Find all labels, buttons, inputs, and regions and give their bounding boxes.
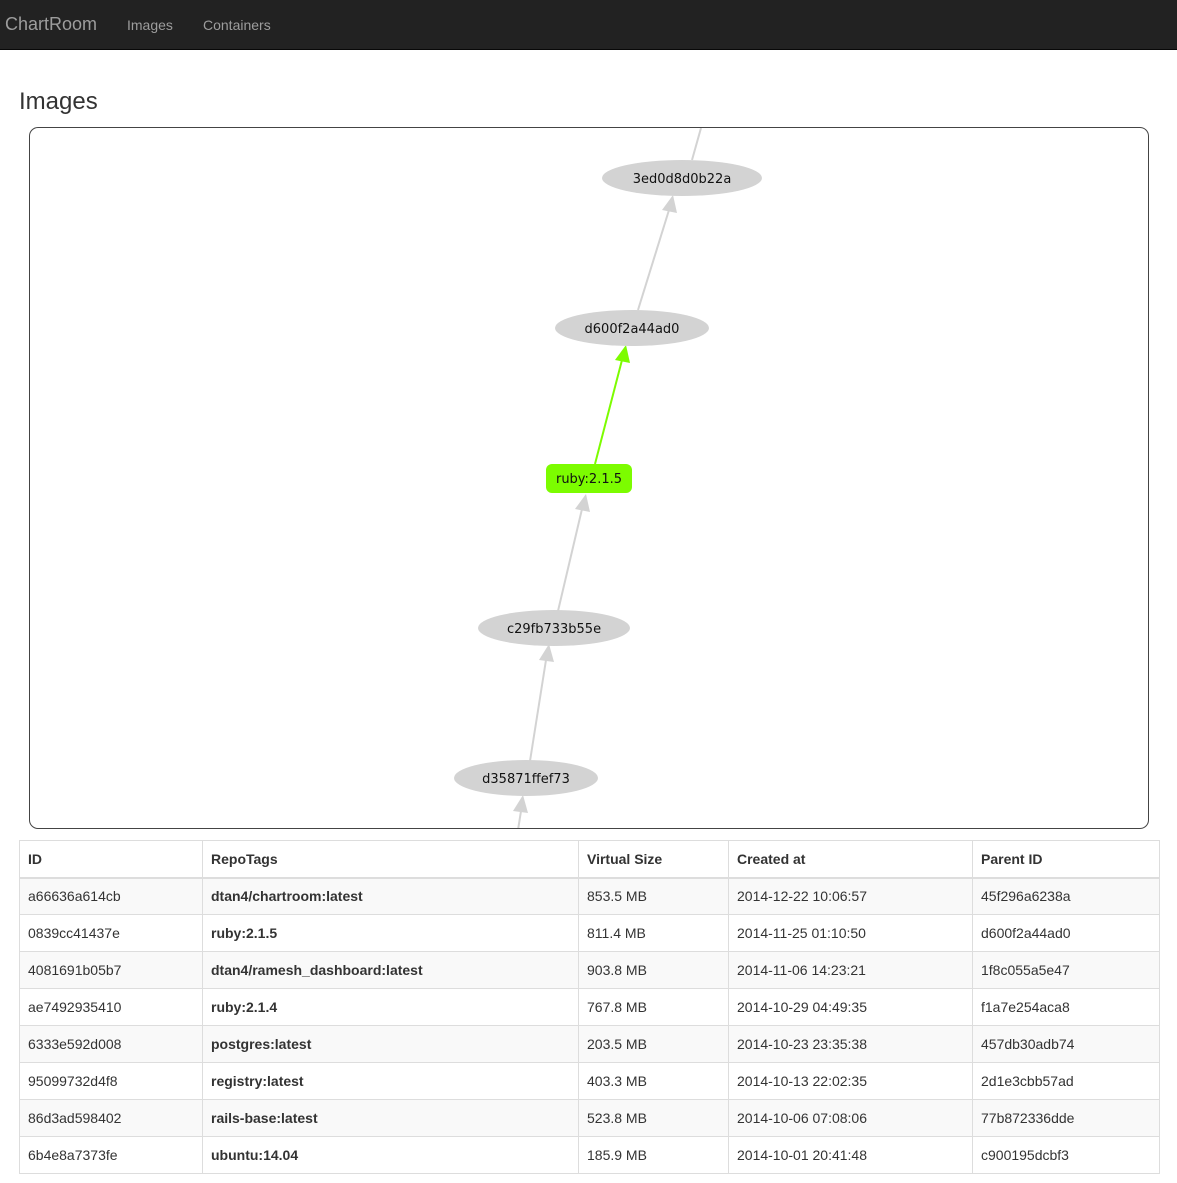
- cell-id: 6333e592d008: [19, 1025, 203, 1063]
- graph-edge-highlighted: [594, 359, 623, 465]
- cell-parent-id: f1a7e254aca8: [972, 988, 1160, 1026]
- table-row: a66636a614cb dtan4/chartroom:latest 853.…: [19, 877, 1160, 915]
- graph-edge: [691, 128, 702, 161]
- cell-parent-id: 2d1e3cbb57ad: [972, 1062, 1160, 1100]
- cell-virtual-size: 523.8 MB: [578, 1099, 729, 1137]
- graph-node-label: d35871ffef73: [482, 772, 570, 787]
- cell-virtual-size: 811.4 MB: [578, 914, 729, 952]
- cell-id: ae7492935410: [19, 988, 203, 1026]
- cell-repotags: ruby:2.1.5: [202, 914, 579, 952]
- table-row: 6333e592d008 postgres:latest 203.5 MB 20…: [19, 1025, 1160, 1063]
- cell-repotags: registry:latest: [202, 1062, 579, 1100]
- cell-virtual-size: 903.8 MB: [578, 951, 729, 989]
- graph-node[interactable]: d600f2a44ad0: [555, 310, 709, 346]
- nav-link-images[interactable]: Images: [127, 17, 173, 33]
- cell-parent-id: 457db30adb74: [972, 1025, 1160, 1063]
- page-title: Images: [19, 88, 98, 115]
- cell-id: 86d3ad598402: [19, 1099, 203, 1137]
- cell-created-at: 2014-10-23 23:35:38: [728, 1025, 973, 1063]
- cell-repotags: dtan4/ramesh_dashboard:latest: [202, 951, 579, 989]
- graph-edge: [637, 209, 670, 311]
- table-row: 95099732d4f8 registry:latest 403.3 MB 20…: [19, 1062, 1160, 1100]
- table-header-row: ID RepoTags Virtual Size Created at Pare…: [19, 840, 1160, 879]
- table-row: 86d3ad598402 rails-base:latest 523.8 MB …: [19, 1099, 1160, 1137]
- graph-arrowhead: [513, 795, 528, 813]
- table-row: 6b4e8a7373fe ubuntu:14.04 185.9 MB 2014-…: [19, 1136, 1160, 1174]
- cell-id: 0839cc41437e: [19, 914, 203, 952]
- navbar: ChartRoom Images Containers: [0, 0, 1177, 50]
- graph-edge: [529, 659, 547, 762]
- graph-canvas[interactable]: 3ed0d8d0b22a d600f2a44ad0 ruby:2.1.5 c29…: [30, 128, 1149, 829]
- cell-virtual-size: 853.5 MB: [578, 877, 729, 915]
- cell-virtual-size: 403.3 MB: [578, 1062, 729, 1100]
- cell-parent-id: 45f296a6238a: [972, 877, 1160, 915]
- cell-id: 4081691b05b7: [19, 951, 203, 989]
- column-header-virtual-size: Virtual Size: [578, 840, 729, 879]
- graph-node-label: ruby:2.1.5: [556, 472, 622, 487]
- cell-id: 95099732d4f8: [19, 1062, 203, 1100]
- graph-node[interactable]: d35871ffef73: [454, 760, 598, 796]
- table-row: 0839cc41437e ruby:2.1.5 811.4 MB 2014-11…: [19, 914, 1160, 952]
- column-header-created-at: Created at: [728, 840, 973, 879]
- images-table: ID RepoTags Virtual Size Created at Pare…: [19, 840, 1160, 1174]
- nav-link-containers[interactable]: Containers: [203, 17, 271, 33]
- cell-parent-id: 77b872336dde: [972, 1099, 1160, 1137]
- cell-parent-id: 1f8c055a5e47: [972, 951, 1160, 989]
- cell-id: 6b4e8a7373fe: [19, 1136, 203, 1174]
- brand-link[interactable]: ChartRoom: [5, 14, 97, 35]
- cell-repotags: dtan4/chartroom:latest: [202, 877, 579, 915]
- table-row: 4081691b05b7 dtan4/ramesh_dashboard:late…: [19, 951, 1160, 989]
- cell-repotags: ubuntu:14.04: [202, 1136, 579, 1174]
- cell-created-at: 2014-10-01 20:41:48: [728, 1136, 973, 1174]
- images-table-container: ID RepoTags Virtual Size Created at Pare…: [19, 840, 1160, 1174]
- cell-created-at: 2014-11-25 01:10:50: [728, 914, 973, 952]
- graph-node-label: 3ed0d8d0b22a: [633, 172, 732, 187]
- cell-parent-id: d600f2a44ad0: [972, 914, 1160, 952]
- graph-edge: [557, 508, 583, 612]
- graph-node-highlighted[interactable]: ruby:2.1.5: [546, 464, 632, 493]
- cell-created-at: 2014-11-06 14:23:21: [728, 951, 973, 989]
- cell-repotags: ruby:2.1.4: [202, 988, 579, 1026]
- cell-created-at: 2014-12-22 10:06:57: [728, 877, 973, 915]
- cell-id: a66636a614cb: [19, 877, 203, 915]
- cell-repotags: rails-base:latest: [202, 1099, 579, 1137]
- column-header-parent-id: Parent ID: [972, 840, 1160, 879]
- graph-arrowhead: [539, 644, 554, 662]
- cell-parent-id: c900195dcbf3: [972, 1136, 1160, 1174]
- cell-created-at: 2014-10-13 22:02:35: [728, 1062, 973, 1100]
- cell-repotags: postgres:latest: [202, 1025, 579, 1063]
- graph-node[interactable]: 3ed0d8d0b22a: [602, 160, 762, 196]
- graph-arrowhead: [662, 195, 677, 213]
- graph-node-label: c29fb733b55e: [507, 622, 601, 637]
- cell-created-at: 2014-10-29 04:49:35: [728, 988, 973, 1026]
- image-graph[interactable]: 3ed0d8d0b22a d600f2a44ad0 ruby:2.1.5 c29…: [29, 127, 1149, 829]
- graph-edge: [517, 810, 522, 828]
- table-row: ae7492935410 ruby:2.1.4 767.8 MB 2014-10…: [19, 988, 1160, 1026]
- cell-virtual-size: 185.9 MB: [578, 1136, 729, 1174]
- cell-virtual-size: 767.8 MB: [578, 988, 729, 1026]
- graph-node[interactable]: c29fb733b55e: [478, 610, 630, 646]
- cell-created-at: 2014-10-06 07:08:06: [728, 1099, 973, 1137]
- column-header-repotags: RepoTags: [202, 840, 579, 879]
- cell-virtual-size: 203.5 MB: [578, 1025, 729, 1063]
- column-header-id: ID: [19, 840, 203, 879]
- graph-arrowhead: [575, 494, 590, 512]
- graph-node-label: d600f2a44ad0: [585, 322, 680, 337]
- graph-arrowhead-highlighted: [615, 345, 630, 363]
